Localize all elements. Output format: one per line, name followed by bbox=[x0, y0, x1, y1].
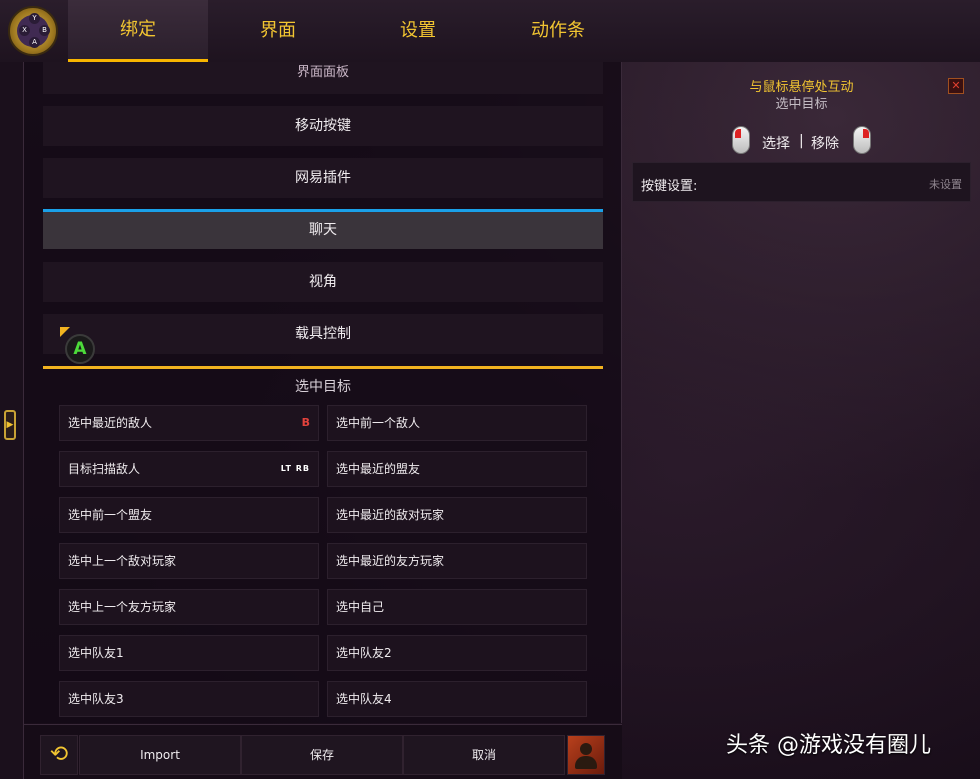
binding-target-previous-ally[interactable]: 选中前一个盟友 bbox=[59, 497, 319, 533]
binding-label: 选中最近的敌对玩家 bbox=[336, 508, 445, 522]
mouse-right-button bbox=[863, 129, 869, 138]
binding-target-nearest-enemy[interactable]: 选中最近的敌人 B bbox=[59, 405, 319, 441]
logo-x-button: X bbox=[19, 25, 30, 36]
select-label[interactable]: 选择 bbox=[762, 133, 790, 153]
key-setting-value: 未设置 bbox=[929, 178, 962, 191]
undo-icon[interactable]: ⟲ bbox=[40, 735, 78, 775]
tab-bindings[interactable]: 绑定 bbox=[68, 0, 208, 62]
binding-label: 选中最近的敌人 bbox=[68, 416, 153, 430]
binding-label: 选中上一个敌对玩家 bbox=[68, 554, 177, 568]
gamepad-lt-rb-key: LT RB bbox=[280, 464, 310, 473]
bindings-panel: 界面面板 移动按键 网易插件 聊天 视角 载具控制 A 选中目标 选中最近的敌人… bbox=[24, 62, 622, 723]
binding-label: 选中自己 bbox=[336, 600, 385, 614]
logo-b-button: B bbox=[39, 25, 50, 36]
binding-label: 选中上一个友方玩家 bbox=[68, 600, 177, 614]
binding-label: 选中队友4 bbox=[336, 692, 392, 706]
profile-body bbox=[575, 756, 597, 769]
side-handle-arrow-icon[interactable]: ▶ bbox=[4, 410, 16, 440]
section-title: 选中目标 bbox=[295, 379, 351, 395]
section-divider bbox=[43, 366, 603, 369]
binding-label: 选中最近的友方玩家 bbox=[336, 554, 445, 568]
detail-subtitle: 选中目标 bbox=[775, 97, 828, 112]
gamepad-b-key: B bbox=[301, 416, 310, 429]
category-chat[interactable]: 聊天 bbox=[43, 209, 603, 249]
a-button-icon: A bbox=[65, 334, 95, 364]
binding-label: 选中队友3 bbox=[68, 692, 124, 706]
category-camera[interactable]: 视角 bbox=[43, 262, 603, 302]
save-button[interactable]: 保存 bbox=[241, 735, 403, 775]
logo-y-button: Y bbox=[29, 13, 40, 24]
binding-target-scan-enemy[interactable]: 目标扫描敌人 LT RB bbox=[59, 451, 319, 487]
remove-label[interactable]: 移除 bbox=[811, 133, 839, 153]
tab-action-bars[interactable]: 动作条 bbox=[488, 0, 628, 62]
binding-target-party-4[interactable]: 选中队友4 bbox=[327, 681, 587, 717]
cursor-pointer-icon bbox=[60, 327, 70, 337]
logo-a-button: A bbox=[29, 37, 40, 48]
profile-head bbox=[580, 743, 592, 755]
binding-target-nearest-enemy-player[interactable]: 选中最近的敌对玩家 bbox=[327, 497, 587, 533]
mouse-left-icon bbox=[732, 126, 750, 154]
bottom-action-bar: ⟲ Import 保存 取消 bbox=[24, 724, 622, 779]
binding-label: 选中队友1 bbox=[68, 646, 124, 660]
controller-logo-icon[interactable]: Y X B A bbox=[8, 6, 58, 56]
binding-label: 选中最近的盟友 bbox=[336, 462, 421, 476]
binding-target-self[interactable]: 选中自己 bbox=[327, 589, 587, 625]
binding-label: 选中前一个敌人 bbox=[336, 416, 421, 430]
category-vehicle-controls[interactable]: 载具控制 bbox=[43, 314, 603, 354]
binding-target-nearest-friendly-player[interactable]: 选中最近的友方玩家 bbox=[327, 543, 587, 579]
top-nav-bar: Y X B A 绑定 界面 设置 动作条 bbox=[0, 0, 980, 62]
import-button[interactable]: Import bbox=[79, 735, 241, 775]
tab-settings[interactable]: 设置 bbox=[348, 0, 488, 62]
binding-target-previous-enemy-player[interactable]: 选中上一个敌对玩家 bbox=[59, 543, 319, 579]
tab-interface[interactable]: 界面 bbox=[208, 0, 348, 62]
mouse-left-button bbox=[735, 129, 741, 138]
key-setting-label: 按键设置: bbox=[641, 179, 698, 194]
profile-icon[interactable] bbox=[567, 735, 605, 775]
binding-target-party-2[interactable]: 选中队友2 bbox=[327, 635, 587, 671]
watermark: 头条 @游戏没有圈儿 bbox=[726, 733, 931, 758]
binding-target-previous-enemy[interactable]: 选中前一个敌人 bbox=[327, 405, 587, 441]
binding-label: 选中队友2 bbox=[336, 646, 392, 660]
separator-label: | bbox=[799, 133, 804, 149]
binding-label: 目标扫描敌人 bbox=[68, 462, 141, 476]
key-setting-row[interactable]: 按键设置: 未设置 bbox=[632, 162, 971, 202]
category-movement-keys[interactable]: 移动按键 bbox=[43, 106, 603, 146]
binding-target-party-3[interactable]: 选中队友3 bbox=[59, 681, 319, 717]
cancel-button[interactable]: 取消 bbox=[403, 735, 565, 775]
binding-label: 选中前一个盟友 bbox=[68, 508, 153, 522]
category-netease-addons[interactable]: 网易插件 bbox=[43, 158, 603, 198]
binding-target-party-1[interactable]: 选中队友1 bbox=[59, 635, 319, 671]
binding-target-nearest-ally[interactable]: 选中最近的盟友 bbox=[327, 451, 587, 487]
detail-panel: 与鼠标悬停处互动 选中目标 ✕ 选择 | 移除 按键设置: 未设置 bbox=[623, 62, 980, 779]
binding-target-previous-friendly-player[interactable]: 选中上一个友方玩家 bbox=[59, 589, 319, 625]
category-interface-panel[interactable]: 界面面板 bbox=[43, 62, 603, 94]
mouse-right-icon bbox=[853, 126, 871, 154]
close-icon[interactable]: ✕ bbox=[948, 78, 964, 94]
